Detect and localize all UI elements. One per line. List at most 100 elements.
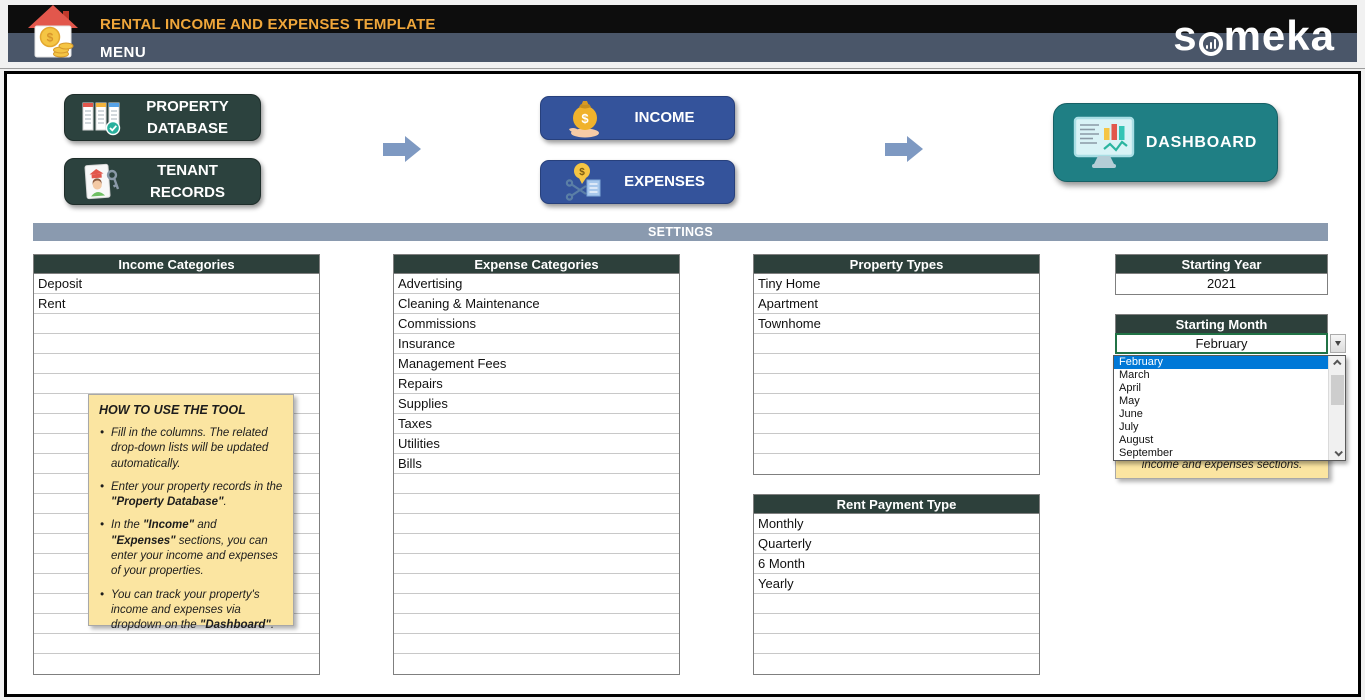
table-row[interactable]: Monthly — [754, 514, 1039, 534]
app-header: RENTAL INCOME AND EXPENSES TEMPLATE MENU… — [8, 5, 1357, 62]
table-row[interactable]: Commissions — [394, 314, 679, 334]
table-row[interactable] — [754, 634, 1039, 654]
expense-categories-table: Expense CategoriesAdvertisingCleaning & … — [393, 254, 680, 675]
table-row[interactable]: Yearly — [754, 574, 1039, 594]
table-row[interactable] — [394, 474, 679, 494]
table-row[interactable]: Advertising — [394, 274, 679, 294]
table-header: Starting Year — [1116, 255, 1327, 274]
dropdown-option[interactable]: June — [1114, 408, 1328, 421]
dashboard-button[interactable]: DASHBOARD — [1053, 103, 1278, 182]
dashboard-label: DASHBOARD — [1140, 131, 1277, 154]
expenses-button[interactable]: $ EXPENSES — [540, 160, 735, 204]
table-row[interactable]: Deposit — [34, 274, 319, 294]
scrollbar-up-icon[interactable] — [1329, 356, 1346, 370]
table-row[interactable] — [34, 334, 319, 354]
howto-bullets: Fill in the columns. The related drop-do… — [99, 426, 284, 633]
table-row[interactable] — [394, 654, 679, 674]
database-icon — [79, 100, 125, 136]
svg-text:$: $ — [579, 167, 585, 178]
property-database-button[interactable]: PROPERTY DATABASE — [64, 94, 261, 141]
table-row[interactable] — [754, 434, 1039, 454]
table-row[interactable] — [34, 314, 319, 334]
table-row[interactable]: Utilities — [394, 434, 679, 454]
table-row[interactable]: Insurance — [394, 334, 679, 354]
table-row[interactable]: Bills — [394, 454, 679, 474]
dropdown-scrollbar[interactable] — [1328, 356, 1345, 460]
rent-payment-type-table: Rent Payment TypeMonthlyQuarterly6 Month… — [753, 494, 1040, 675]
table-row[interactable] — [34, 374, 319, 394]
howto-bullet: Fill in the columns. The related drop-do… — [99, 426, 284, 472]
table-row[interactable] — [394, 554, 679, 574]
dropdown-option[interactable]: April — [1114, 382, 1328, 395]
table-row[interactable]: 6 Month — [754, 554, 1039, 574]
property-database-label: PROPERTY DATABASE — [128, 96, 258, 140]
table-row[interactable]: Tiny Home — [754, 274, 1039, 294]
tenant-records-label: TENANT RECORDS — [128, 160, 258, 204]
flow-arrow-icon — [885, 136, 923, 162]
howto-bullet: Enter your property records in the "Prop… — [99, 480, 284, 511]
someka-logo: smeka — [1173, 11, 1335, 61]
table-row[interactable]: Supplies — [394, 394, 679, 414]
flow-arrow-icon — [383, 136, 421, 162]
starting-month-table: Starting Month — [1115, 314, 1328, 335]
month-dropdown: FebruaryMarchAprilMayJuneJulyAugustSepte… — [1113, 355, 1346, 461]
note-title: HOW TO USE THE TOOL — [99, 403, 284, 417]
table-row[interactable] — [394, 614, 679, 634]
table-row[interactable] — [754, 334, 1039, 354]
table-row[interactable]: Townhome — [754, 314, 1039, 334]
expenses-scissors-icon: $ — [561, 161, 609, 203]
table-row[interactable] — [754, 454, 1039, 474]
table-row[interactable]: Taxes — [394, 414, 679, 434]
starting-month-cell[interactable]: February — [1115, 333, 1328, 354]
table-header: Property Types — [754, 255, 1039, 274]
table-row[interactable]: Apartment — [754, 294, 1039, 314]
how-to-use-note: HOW TO USE THE TOOL Fill in the columns.… — [88, 394, 294, 626]
table-header: Expense Categories — [394, 255, 679, 274]
table-row[interactable] — [754, 394, 1039, 414]
scrollbar-thumb[interactable] — [1331, 375, 1344, 405]
table-row[interactable]: Quarterly — [754, 534, 1039, 554]
app-title: RENTAL INCOME AND EXPENSES TEMPLATE — [100, 16, 436, 33]
income-button[interactable]: $ INCOME — [540, 96, 735, 140]
starting-year-cell[interactable]: 2021 — [1116, 274, 1327, 294]
table-header: Starting Month — [1116, 315, 1327, 334]
table-row[interactable] — [394, 634, 679, 654]
scrollbar-down-icon[interactable] — [1329, 446, 1346, 460]
table-row[interactable] — [34, 634, 319, 654]
menu-label: MENU — [100, 44, 146, 61]
table-row[interactable] — [754, 654, 1039, 674]
table-row[interactable] — [34, 654, 319, 674]
table-row[interactable] — [754, 354, 1039, 374]
table-row[interactable]: Management Fees — [394, 354, 679, 374]
howto-bullet: In the "Income" and "Expenses" sections,… — [99, 518, 284, 579]
table-row[interactable] — [754, 414, 1039, 434]
table-row[interactable] — [394, 494, 679, 514]
table-row[interactable] — [754, 614, 1039, 634]
table-row[interactable]: Rent — [34, 294, 319, 314]
dropdown-option[interactable]: February — [1114, 356, 1328, 369]
dropdown-option[interactable]: March — [1114, 369, 1328, 382]
table-row[interactable] — [394, 514, 679, 534]
table-row[interactable]: Cleaning & Maintenance — [394, 294, 679, 314]
table-row[interactable] — [394, 534, 679, 554]
tenant-records-button[interactable]: TENANT RECORDS — [64, 158, 261, 205]
logo-chart-o-icon — [1199, 32, 1223, 56]
table-row[interactable] — [34, 354, 319, 374]
table-row[interactable] — [754, 374, 1039, 394]
tenant-id-card-icon — [79, 163, 125, 201]
dropdown-option[interactable]: September — [1114, 447, 1328, 460]
dropdown-option[interactable]: July — [1114, 421, 1328, 434]
menu-bar — [8, 33, 1357, 62]
settings-bar: SETTINGS — [33, 223, 1328, 241]
table-row[interactable]: Repairs — [394, 374, 679, 394]
house-coins-icon: $ — [26, 3, 80, 61]
dropdown-option[interactable]: May — [1114, 395, 1328, 408]
table-header: Rent Payment Type — [754, 495, 1039, 514]
expenses-label: EXPENSES — [609, 171, 734, 193]
table-row[interactable] — [394, 574, 679, 594]
money-bag-icon: $ — [561, 98, 609, 138]
table-row[interactable] — [394, 594, 679, 614]
table-row[interactable] — [754, 594, 1039, 614]
dropdown-option[interactable]: August — [1114, 434, 1328, 447]
dropdown-arrow-button[interactable] — [1330, 334, 1346, 353]
